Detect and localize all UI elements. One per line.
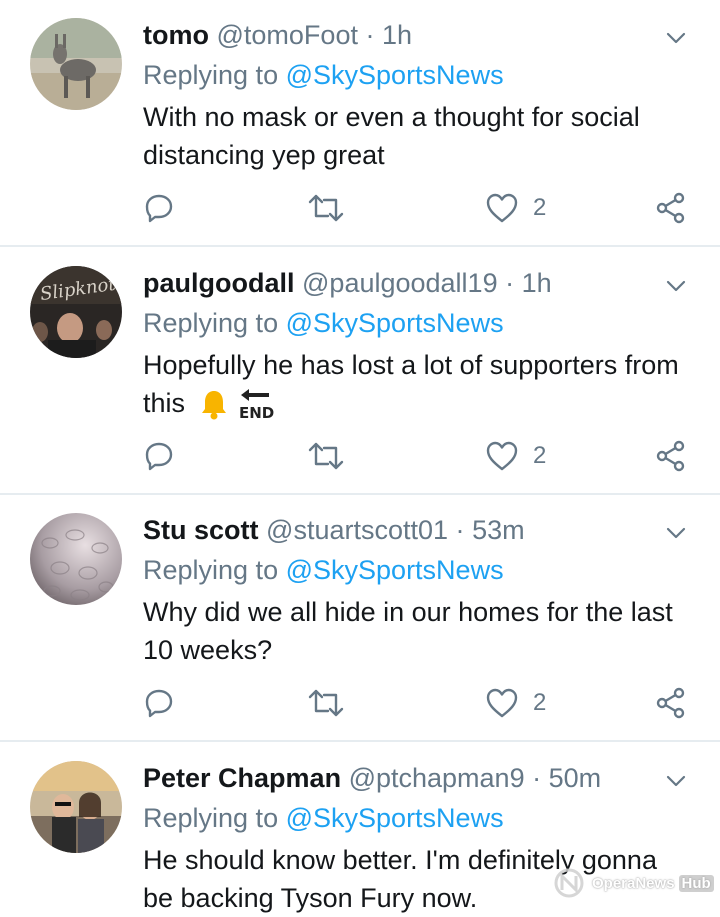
replying-to: Replying to @SkySportsNews [143, 800, 504, 836]
share-icon [656, 192, 685, 224]
separator-dot: · [455, 515, 465, 545]
tweet-header: Stu scott @stuartscott01 · 53m [143, 513, 525, 547]
watermark-text: OperaNews [592, 874, 675, 892]
mention-link[interactable]: @SkySportsNews [286, 308, 504, 338]
chevron-down-icon[interactable] [664, 521, 688, 545]
display-name[interactable]: paulgoodall [143, 268, 295, 298]
user-handle[interactable]: @ptchapman9 [349, 763, 525, 793]
retweet-button[interactable] [308, 438, 344, 474]
reply-button[interactable] [143, 190, 175, 226]
mention-link[interactable]: @SkySportsNews [286, 803, 504, 833]
reply-icon [145, 689, 173, 718]
user-handle[interactable]: @stuartscott01 [266, 515, 448, 545]
tweet[interactable]: tomo @tomoFoot · 1h Replying to @SkySpor… [0, 0, 720, 247]
chevron-down-icon[interactable] [664, 769, 688, 793]
retweet-icon [308, 442, 344, 470]
divider [0, 740, 720, 742]
tweet-actions: 2 [143, 685, 703, 721]
tweet-header: tomo @tomoFoot · 1h [143, 18, 412, 52]
like-button[interactable]: 2 [485, 685, 546, 721]
replying-to: Replying to @SkySportsNews [143, 552, 504, 588]
tweet-header: Peter Chapman @ptchapman9 · 50m [143, 761, 601, 795]
tweet[interactable]: Slipknot paulgoodall @paulgoodall19 · 1h… [0, 248, 720, 495]
reply-button[interactable] [143, 685, 175, 721]
avatar[interactable] [30, 513, 122, 605]
like-count: 2 [533, 194, 547, 221]
retweet-icon [308, 194, 344, 222]
display-name[interactable]: tomo [143, 20, 209, 50]
chevron-down-icon[interactable] [664, 274, 688, 298]
replying-to-label: Replying to [143, 308, 279, 338]
mention-link[interactable]: @SkySportsNews [286, 60, 504, 90]
share-button[interactable] [655, 438, 687, 474]
mention-link[interactable]: @SkySportsNews [286, 555, 504, 585]
retweet-button[interactable] [308, 685, 344, 721]
replying-to: Replying to @SkySportsNews [143, 57, 504, 93]
separator-dot: · [532, 763, 542, 793]
timestamp[interactable]: 1h [382, 20, 412, 50]
retweet-button[interactable] [308, 190, 344, 226]
share-icon [656, 440, 685, 472]
share-button[interactable] [655, 190, 687, 226]
separator-dot: · [505, 268, 515, 298]
replying-to-label: Replying to [143, 60, 279, 90]
user-handle[interactable]: @tomoFoot [217, 20, 358, 50]
share-icon [656, 687, 685, 719]
tweet[interactable]: Stu scott @stuartscott01 · 53m Replying … [0, 495, 720, 742]
reply-icon [145, 194, 173, 223]
like-button[interactable]: 2 [485, 438, 546, 474]
separator-dot: · [365, 20, 375, 50]
user-handle[interactable]: @paulgoodall19 [302, 268, 498, 298]
reply-button[interactable] [143, 438, 175, 474]
replying-to-label: Replying to [143, 555, 279, 585]
like-count: 2 [533, 442, 547, 469]
replying-to: Replying to @SkySportsNews [143, 305, 504, 341]
timestamp[interactable]: 1h [522, 268, 552, 298]
avatar[interactable] [30, 761, 122, 853]
share-button[interactable] [655, 685, 687, 721]
svg-text:END: END [239, 404, 274, 420]
avatar[interactable]: Slipknot [30, 266, 122, 358]
heart-icon [486, 193, 518, 223]
tweet-actions: 2 [143, 438, 703, 474]
tweet-text: Why did we all hide in our homes for the… [143, 597, 673, 665]
timestamp[interactable]: 50m [549, 763, 602, 793]
tweet-actions: 2 [143, 190, 703, 226]
tweet-text: With no mask or even a thought for socia… [143, 102, 640, 170]
display-name[interactable]: Peter Chapman [143, 763, 341, 793]
avatar[interactable] [30, 18, 122, 110]
tweet-header: paulgoodall @paulgoodall19 · 1h [143, 266, 552, 300]
like-button[interactable]: 2 [485, 190, 546, 226]
bell-emoji [201, 391, 226, 420]
watermark: OperaNews Hub [550, 866, 714, 900]
divider [0, 245, 720, 247]
timestamp[interactable]: 53m [472, 515, 525, 545]
reply-icon [145, 442, 173, 471]
end-arrow-emoji: END [239, 389, 274, 420]
tweet-text-block: Hopefully he has lost a lot of supporter… [143, 346, 688, 422]
replying-to-label: Replying to [143, 803, 279, 833]
heart-icon [486, 441, 518, 471]
display-name[interactable]: Stu scott [143, 515, 259, 545]
watermark-hub: Hub [678, 874, 714, 892]
heart-icon [486, 688, 518, 718]
opera-news-logo-icon [554, 868, 584, 898]
like-count: 2 [533, 689, 547, 716]
chevron-down-icon[interactable] [664, 26, 688, 50]
retweet-icon [308, 689, 344, 717]
